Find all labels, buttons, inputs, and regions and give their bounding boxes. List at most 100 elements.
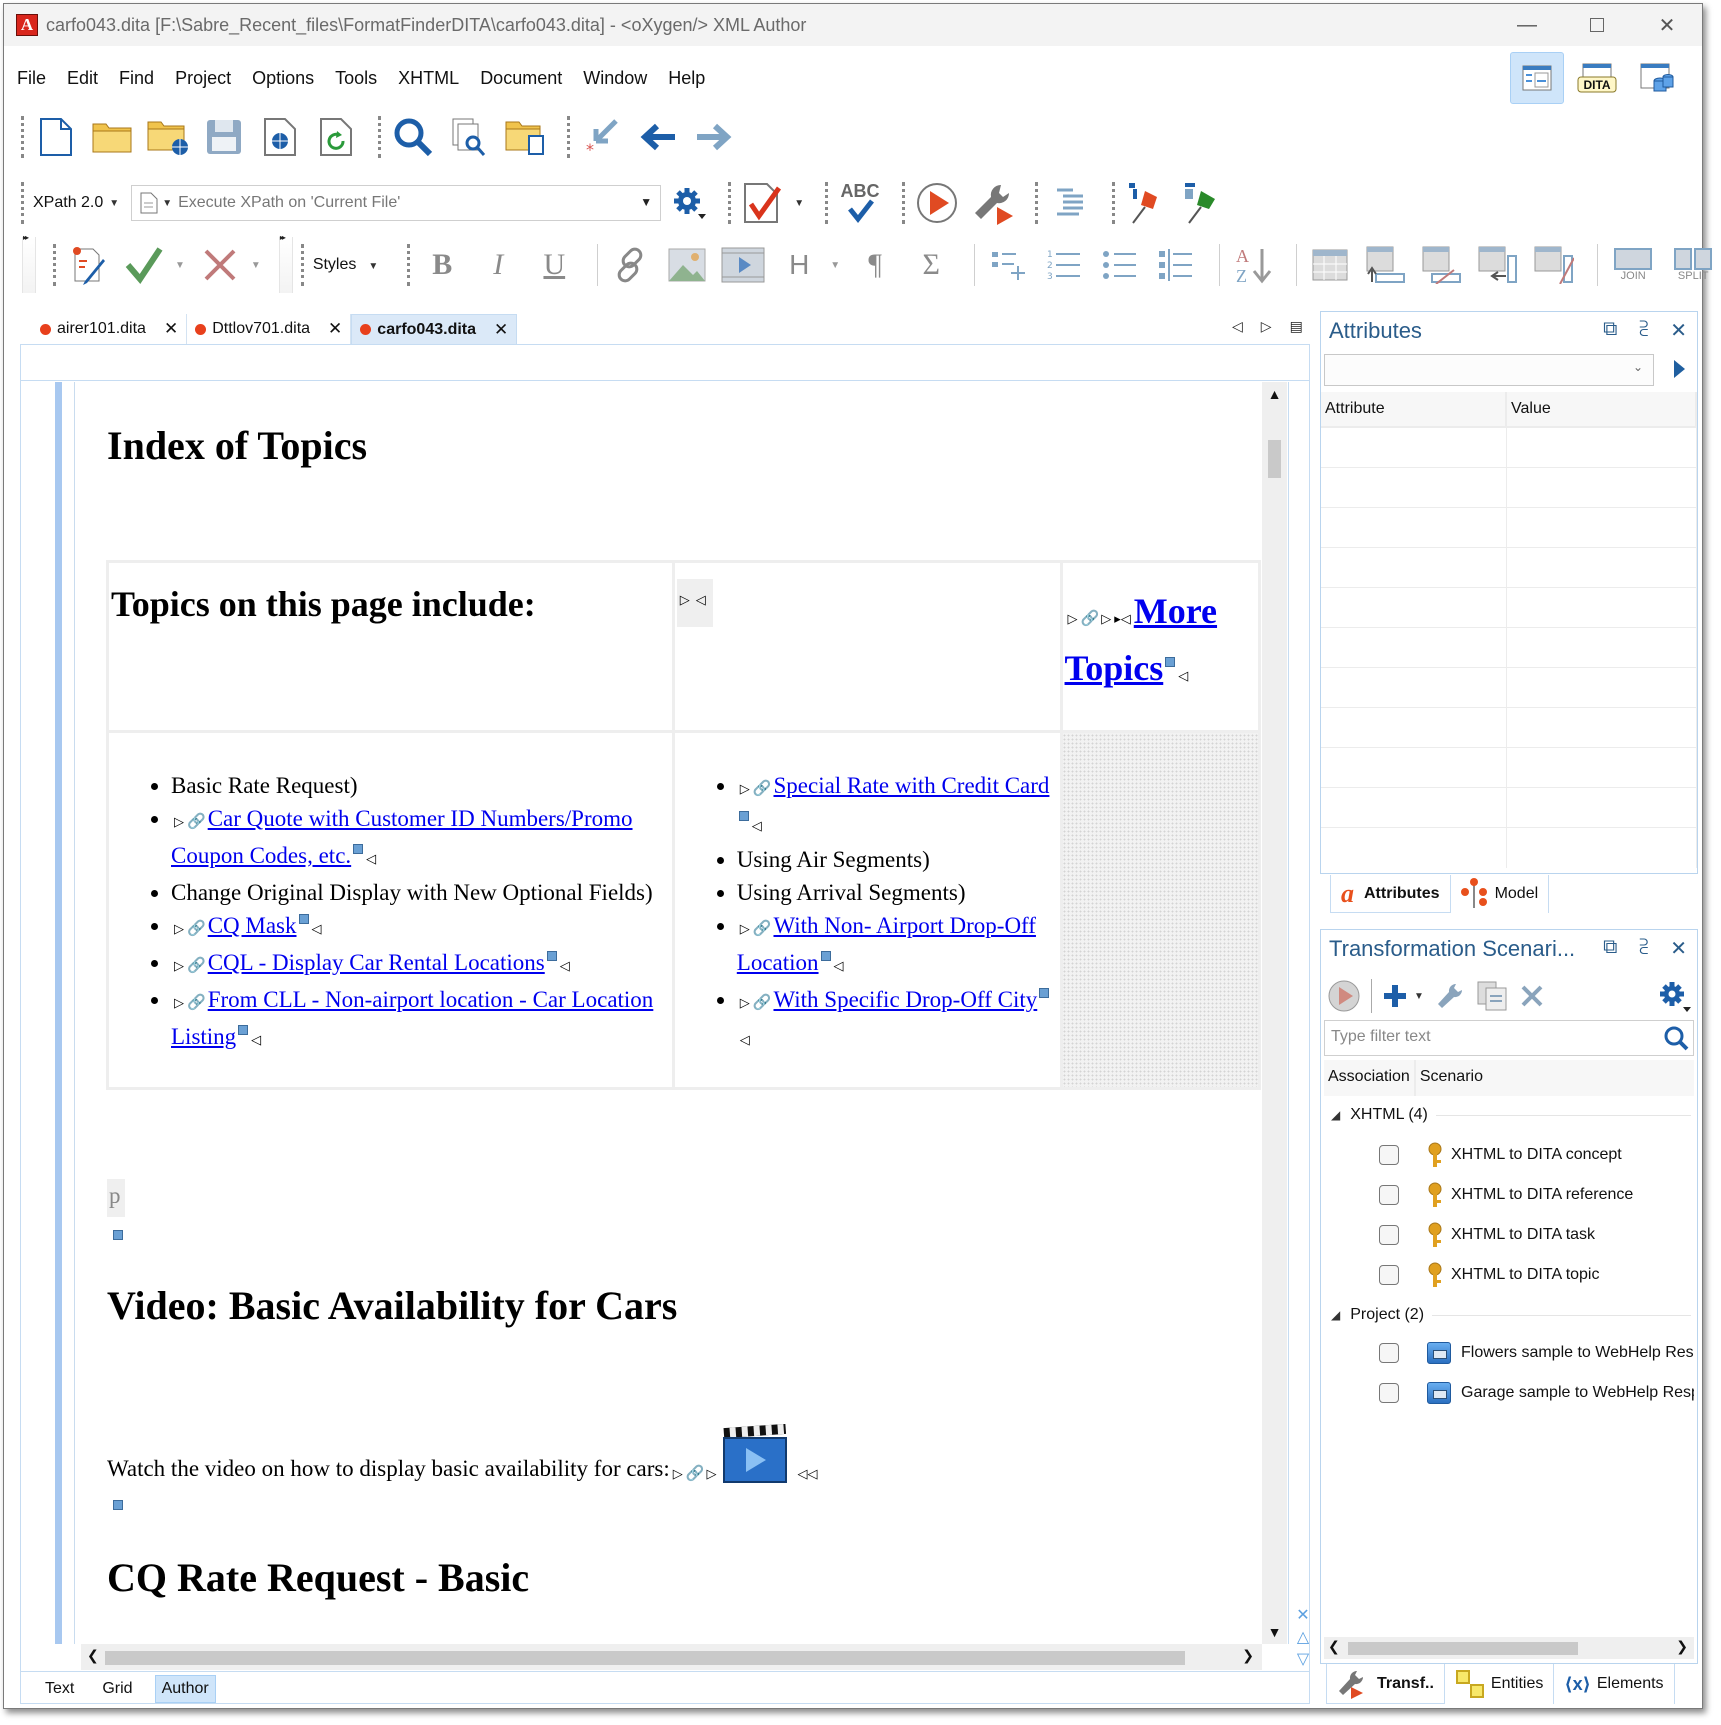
column-header-value[interactable]: Value — [1507, 392, 1697, 426]
split-cell-button[interactable]: SPLIT — [1668, 242, 1718, 288]
float-panel-icon[interactable]: ⧉ — [1603, 318, 1617, 343]
menu-tools[interactable]: Tools — [335, 68, 377, 89]
chevron-down-icon[interactable]: ▼ — [175, 260, 185, 271]
chevron-down-icon[interactable]: ▼ — [1414, 991, 1424, 1002]
expand-triangle-icon[interactable]: ◢ — [1331, 1308, 1340, 1322]
menu-help[interactable]: Help — [668, 68, 705, 89]
close-panel-icon[interactable]: ✕ — [1670, 318, 1687, 343]
maximize-button[interactable] — [1562, 4, 1632, 46]
editor-perspective-button[interactable] — [1510, 52, 1564, 104]
reject-change-button[interactable] — [197, 242, 243, 288]
tab-dttlov701[interactable]: Dttlov701.dita ✕ — [187, 314, 352, 344]
close-button[interactable]: ✕ — [1632, 4, 1702, 46]
close-icon[interactable]: ✕ — [1293, 1605, 1313, 1627]
tab-list-icon[interactable]: ▤ — [1290, 318, 1303, 335]
pin-panel-icon[interactable]: ⫔ — [1639, 318, 1648, 343]
column-header-scenario[interactable]: Scenario — [1416, 1060, 1487, 1096]
scenario-item[interactable]: Garage sample to WebHelp Responsive — [1379, 1382, 1694, 1404]
topic-link[interactable]: CQ Mask — [208, 913, 297, 938]
topic-link[interactable]: With Non- Airport Drop-Off Location — [737, 913, 1036, 975]
menu-document[interactable]: Document — [480, 68, 562, 89]
association-checkbox[interactable] — [1379, 1145, 1399, 1165]
definition-list-button[interactable] — [1153, 242, 1199, 288]
tab-attributes[interactable]: a Attributes — [1330, 875, 1451, 913]
save-button[interactable] — [201, 114, 247, 160]
group-project[interactable]: ◢ Project (2) — [1331, 1306, 1691, 1324]
open-file-button[interactable] — [89, 114, 135, 160]
horizontal-scrollbar[interactable]: ❮ ❯ — [1324, 1637, 1694, 1659]
scroll-down-icon[interactable]: ▼ — [1262, 1624, 1287, 1640]
association-checkbox[interactable] — [1379, 1265, 1399, 1285]
menu-find[interactable]: Find — [119, 68, 154, 89]
menu-project[interactable]: Project — [175, 68, 231, 89]
chevron-down-icon[interactable]: ▼ — [794, 198, 804, 209]
tab-carfo043[interactable]: carfo043.dita ✕ — [351, 314, 518, 344]
tab-transformations[interactable]: Transf.. — [1326, 1664, 1445, 1704]
unordered-list-button[interactable] — [1097, 242, 1143, 288]
author-editor-area[interactable]: Index of Topics Topics on this page incl… — [21, 382, 1289, 1644]
pin-green-button[interactable] — [1180, 180, 1226, 226]
duplicate-icon[interactable] — [1476, 980, 1508, 1012]
new-file-button[interactable] — [33, 114, 79, 160]
menu-xhtml[interactable]: XHTML — [398, 68, 459, 89]
attribute-name-combo[interactable]: ⌄ — [1324, 354, 1654, 386]
validate-button[interactable] — [740, 180, 786, 226]
tab-text-mode[interactable]: Text — [39, 1676, 80, 1702]
bold-button[interactable]: B — [419, 242, 465, 288]
insert-media-button[interactable] — [720, 242, 766, 288]
expand-triangle-icon[interactable]: ◢ — [1331, 1108, 1340, 1122]
insert-heading-button[interactable]: H — [776, 242, 822, 288]
scroll-left-icon[interactable]: ❮ — [87, 1647, 99, 1664]
menu-window[interactable]: Window — [583, 68, 647, 89]
float-panel-icon[interactable]: ⧉ — [1603, 936, 1617, 961]
scrollbar-thumb[interactable] — [105, 1651, 1185, 1665]
previous-change-icon[interactable]: △ — [1293, 1627, 1313, 1649]
open-find-resource-button[interactable] — [502, 114, 548, 160]
join-cells-button[interactable]: JOIN — [1608, 242, 1658, 288]
topic-link[interactable]: Car Quote with Customer ID Numbers/Promo… — [171, 806, 633, 868]
menu-edit[interactable]: Edit — [67, 68, 98, 89]
scroll-right-icon[interactable]: ❯ — [1676, 1638, 1688, 1655]
apply-scenario-icon[interactable] — [1327, 979, 1361, 1013]
apply-transformation-button[interactable] — [914, 180, 960, 226]
search-icon[interactable] — [1663, 1025, 1689, 1051]
track-changes-button[interactable] — [65, 242, 111, 288]
xpath-input[interactable]: ▼ Execute XPath on 'Current File' ▼ — [131, 185, 662, 221]
delete-icon[interactable] — [1520, 984, 1544, 1008]
p-element-tag[interactable]: p — [107, 1179, 125, 1217]
pin-panel-icon[interactable]: ⫔ — [1639, 936, 1648, 961]
insert-column-button[interactable] — [1475, 242, 1521, 288]
find-in-files-button[interactable] — [446, 114, 492, 160]
format-indent-button[interactable] — [1047, 180, 1093, 226]
insert-table-button[interactable] — [1307, 242, 1353, 288]
minimize-button[interactable]: — — [1492, 4, 1562, 46]
horizontal-scrollbar[interactable]: ❮ ❯ — [81, 1644, 1262, 1670]
column-header-association[interactable]: Association — [1324, 1060, 1416, 1096]
topic-link[interactable]: With Specific Drop-Off City — [773, 987, 1037, 1012]
topic-link[interactable]: Special Rate with Credit Card — [773, 773, 1049, 798]
find-replace-button[interactable] — [390, 114, 436, 160]
chevron-down-icon[interactable]: ▼ — [251, 260, 261, 271]
xpath-settings-button[interactable] — [669, 180, 709, 226]
insert-image-button[interactable] — [664, 242, 710, 288]
ordered-list-button[interactable]: 123 — [1041, 242, 1087, 288]
last-edit-button[interactable]: * — [579, 114, 625, 160]
scrollbar-thumb[interactable] — [1268, 440, 1281, 478]
styles-dropdown[interactable]: Styles ▼ — [313, 256, 384, 274]
chevron-down-icon[interactable]: ▼ — [830, 260, 840, 271]
xpath-version-select[interactable]: XPath 2.0 ▼ — [33, 194, 125, 212]
dita-perspective-button[interactable]: DITA — [1570, 52, 1624, 104]
pin-red-button[interactable] — [1124, 180, 1170, 226]
delete-row-button[interactable] — [1419, 242, 1465, 288]
association-checkbox[interactable] — [1379, 1225, 1399, 1245]
association-checkbox[interactable] — [1379, 1343, 1399, 1363]
topic-link[interactable]: From CLL - Non-airport location - Car Lo… — [171, 987, 653, 1049]
scrollbar-thumb[interactable] — [1348, 1642, 1578, 1655]
tab-elements[interactable]: ⟨x⟩ Elements — [1554, 1664, 1675, 1704]
save-to-url-button[interactable] — [257, 114, 303, 160]
italic-button[interactable]: I — [475, 242, 521, 288]
gear-icon[interactable] — [1657, 979, 1691, 1013]
next-change-icon[interactable]: ▽ — [1293, 1649, 1313, 1671]
previous-tab-icon[interactable]: ◁ — [1232, 318, 1243, 335]
tab-airer101[interactable]: airer101.dita ✕ — [32, 314, 188, 344]
